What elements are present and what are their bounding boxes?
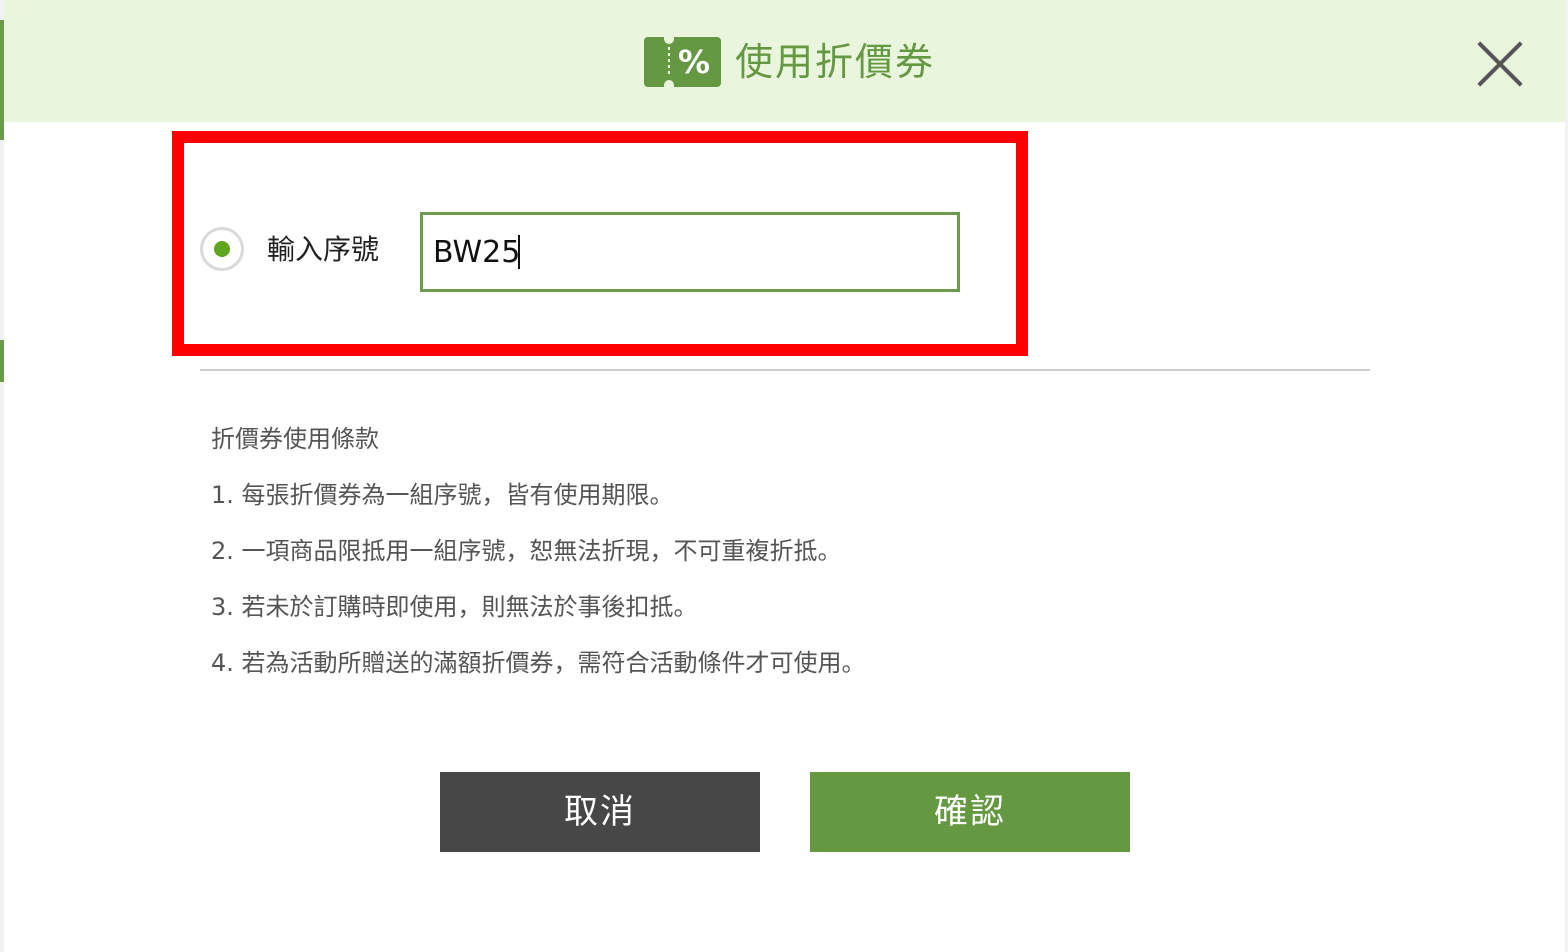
radio-selected-dot <box>214 241 230 257</box>
cancel-button[interactable]: 取消 <box>440 772 760 852</box>
terms-item: 2. 一項商品限抵用一組序號，恕無法折現，不可重複折抵。 <box>211 537 842 565</box>
coupon-perforation <box>668 47 670 77</box>
coupon-code-input[interactable] <box>420 212 960 292</box>
background-bar <box>0 340 4 382</box>
terms-item: 4. 若為活動所贈送的滿額折價券，需符合活動條件才可使用。 <box>211 649 866 677</box>
coupon-modal: % 使用折價券 輸入序號 折價券使用條款 1. 每張折價券為一組序號，皆有使用期… <box>0 0 1568 952</box>
coupon-ticket-icon: % <box>644 37 721 87</box>
terms-title: 折價券使用條款 <box>211 425 379 453</box>
modal-title: 使用折價券 <box>735 40 936 84</box>
coupon-notch-top <box>664 37 674 44</box>
confirm-button[interactable]: 確認 <box>810 772 1130 852</box>
divider <box>200 369 1370 371</box>
enter-code-radio[interactable] <box>200 227 244 271</box>
terms-item: 1. 每張折價券為一組序號，皆有使用期限。 <box>211 481 674 509</box>
coupon-terms: 折價券使用條款 1. 每張折價券為一組序號，皆有使用期限。 2. 一項商品限抵用… <box>211 420 866 700</box>
modal-header: % 使用折價券 <box>4 0 1565 122</box>
terms-item: 3. 若未於訂購時即使用，則無法於事後扣抵。 <box>211 593 698 621</box>
enter-code-label[interactable]: 輸入序號 <box>267 230 379 270</box>
percent-symbol: % <box>678 43 711 81</box>
close-icon[interactable] <box>1474 38 1526 90</box>
coupon-notch-bottom <box>664 80 674 87</box>
background-page-left-edge <box>0 0 4 952</box>
header-title-group: % 使用折價券 <box>644 37 935 87</box>
text-caret <box>518 235 520 269</box>
